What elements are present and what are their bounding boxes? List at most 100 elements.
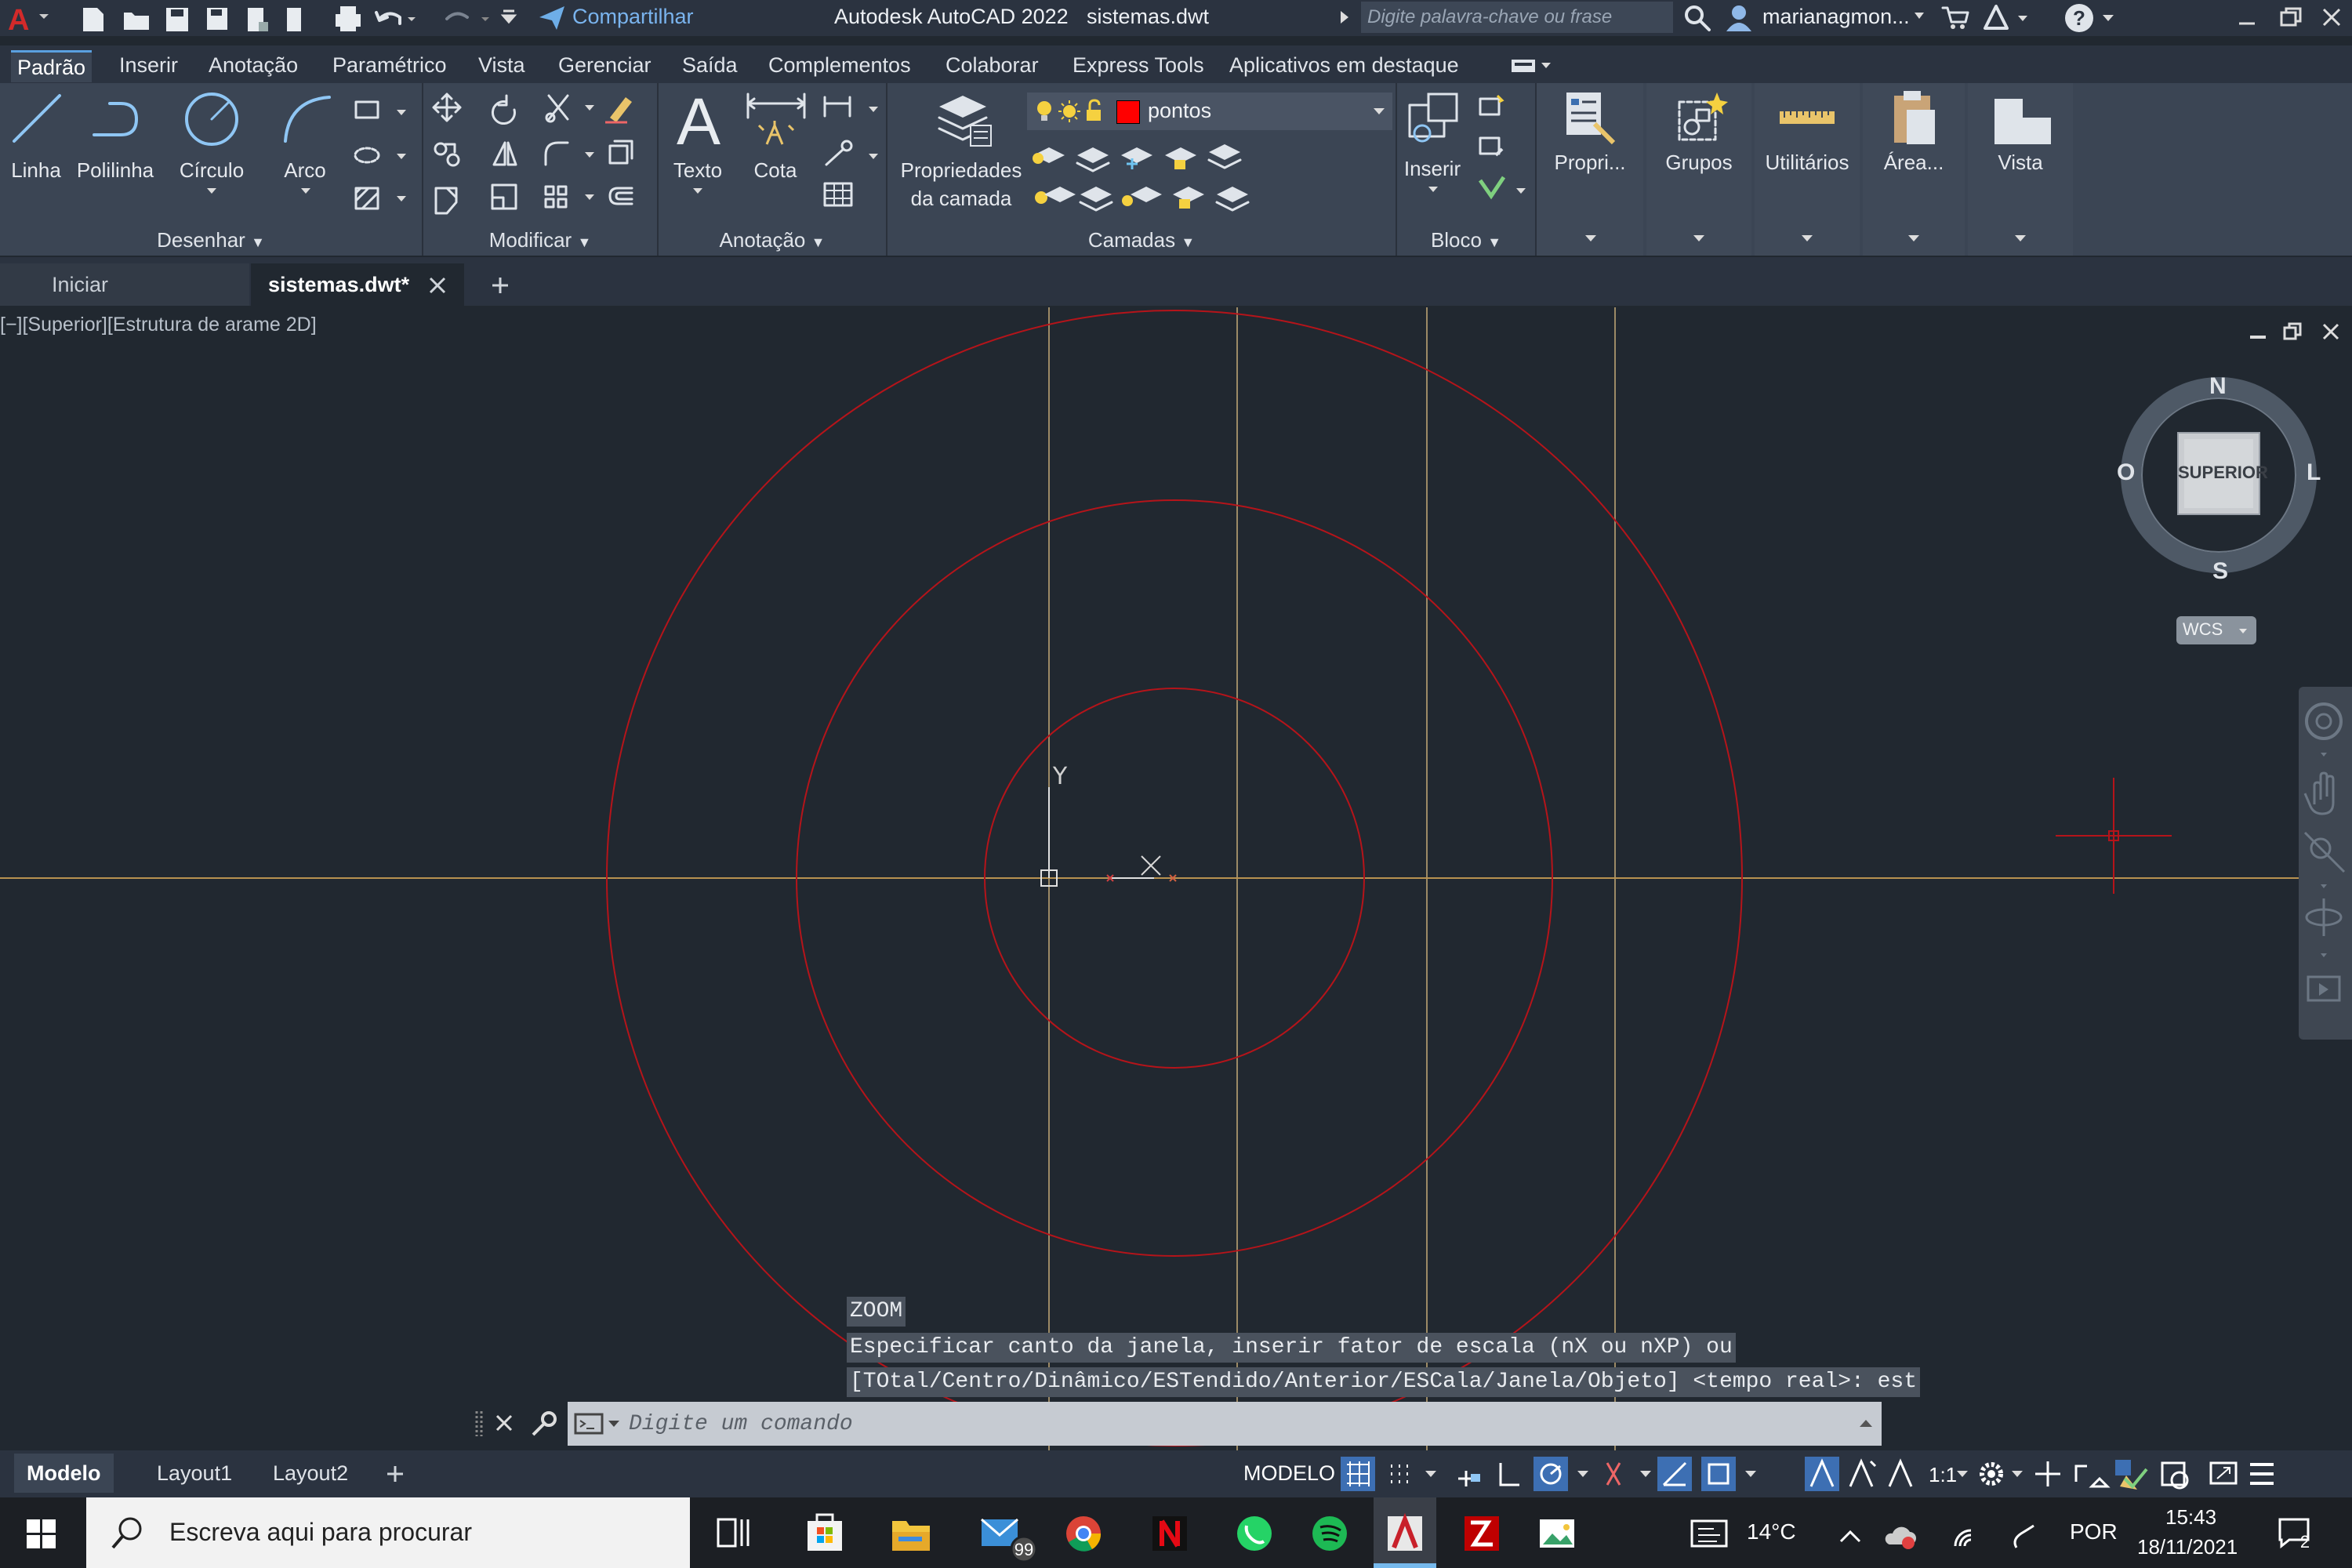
panel-label-desenhar[interactable]: Desenhar ▼	[0, 228, 422, 252]
panel-label-camadas[interactable]: Camadas ▼	[887, 228, 1396, 252]
weather-temperature[interactable]: 14°C	[1747, 1519, 1796, 1544]
layout-tab-layout1[interactable]: Layout1	[144, 1454, 245, 1493]
tab-complementos[interactable]: Complementos	[762, 50, 917, 80]
dimension-button[interactable]: Cota	[739, 83, 812, 201]
tab-gerenciar[interactable]: Gerenciar	[552, 50, 658, 80]
help-icon[interactable]: ?	[2063, 2, 2126, 34]
weather-icon[interactable]	[1690, 1518, 1731, 1549]
tab-parametrico[interactable]: Paramétrico	[326, 50, 453, 80]
model-space-toggle[interactable]: MODELO	[1243, 1461, 1335, 1486]
modify-tools[interactable]	[431, 91, 651, 224]
arc-button[interactable]: Arco	[270, 83, 340, 198]
command-input[interactable]	[627, 1406, 1838, 1441]
tab-sistemas-dwt[interactable]: sistemas.dwt*	[251, 263, 464, 306]
layout-tab-layout2[interactable]: Layout2	[260, 1454, 361, 1493]
command-close-icon	[495, 1414, 513, 1432]
close-tab-icon[interactable]	[428, 276, 447, 295]
circle-dropdown-icon[interactable]	[205, 187, 218, 196]
taskbar-apps[interactable]: 99	[706, 1497, 1670, 1568]
line-button[interactable]: Linha	[0, 83, 72, 185]
add-layout-icon[interactable]	[386, 1465, 405, 1483]
drawing-canvas[interactable]: Y	[0, 307, 2352, 1452]
layer-dropdown[interactable]: pontos	[1027, 93, 1392, 130]
sun-thaw-icon	[1058, 100, 1080, 122]
command-line[interactable]	[568, 1402, 1882, 1446]
rotate-icon	[492, 94, 516, 125]
new-tab-icon[interactable]	[489, 274, 511, 296]
tab-start[interactable]: Iniciar	[0, 263, 249, 306]
compass-north[interactable]: N	[2209, 373, 2227, 400]
viewcube[interactable]: N S L O SUPERIOR	[2117, 373, 2321, 585]
windows-start-icon[interactable]	[27, 1519, 56, 1549]
properties-button[interactable]: Propri...	[1537, 83, 1643, 256]
tab-vista[interactable]: Vista	[472, 50, 532, 80]
clipboard-button[interactable]: Área...	[1863, 83, 1965, 256]
command-window-controls[interactable]	[474, 1408, 568, 1439]
search-icon[interactable]	[1682, 3, 1712, 33]
polyline-button[interactable]: Polilinha	[72, 83, 158, 185]
layer-tools[interactable]	[1029, 135, 1342, 221]
annotation-small-tools[interactable]	[820, 91, 884, 216]
layer-properties-button[interactable]: Propriedades da camada	[891, 83, 1032, 216]
compass-west[interactable]: O	[2117, 459, 2135, 486]
compass-south[interactable]: S	[2212, 558, 2228, 585]
viewport-label[interactable]: [−][Superior][Estrutura de arame 2D]	[0, 314, 317, 336]
compass-east[interactable]: L	[2307, 459, 2321, 486]
expand-arrow-icon[interactable]	[1339, 9, 1350, 25]
share-button[interactable]: Compartilhar	[536, 3, 694, 33]
clock-time[interactable]: 15:43	[2165, 1505, 2216, 1530]
input-language[interactable]: POR	[2070, 1519, 2118, 1544]
tab-inserir[interactable]: Inserir	[113, 50, 184, 80]
keyword-search-input[interactable]	[1361, 2, 1671, 33]
save-icon	[166, 8, 188, 31]
tab-padrao[interactable]: Padrão	[11, 50, 93, 82]
panel-label-anotacao[interactable]: Anotação ▼	[659, 228, 886, 252]
arc-dropdown-icon[interactable]	[299, 187, 312, 196]
taskbar-search-box[interactable]: Escreva aqui para procurar	[86, 1497, 690, 1568]
circle-button[interactable]: Círculo	[165, 83, 259, 198]
status-tools[interactable]: 1:1	[1341, 1455, 2352, 1493]
drawing-area[interactable]: Y N S L O SUPERIOR WCS	[0, 307, 2352, 1452]
quick-properties-icon	[2115, 1460, 2148, 1490]
insert-dropdown-icon[interactable]	[1427, 185, 1439, 194]
grid-icon	[1341, 1457, 1375, 1491]
draw-small-tools[interactable]	[348, 91, 419, 216]
layout-tab-model[interactable]: Modelo	[14, 1454, 114, 1493]
navigation-tools[interactable]	[2299, 687, 2352, 1040]
text-button[interactable]: A Texto	[663, 83, 732, 201]
tab-anotacao[interactable]: Anotação	[202, 50, 304, 80]
notifications-icon[interactable]: 2	[2277, 1516, 2316, 1551]
text-dropdown-icon[interactable]	[691, 187, 704, 196]
app-menu-button[interactable]: A	[5, 2, 52, 38]
tab-saida[interactable]: Saída	[676, 50, 744, 80]
block-small-tools[interactable]	[1474, 91, 1534, 216]
panel-label-bloco[interactable]: Bloco ▼	[1397, 228, 1535, 252]
arc-icon	[284, 96, 331, 143]
viewport-window-controls[interactable]	[2247, 320, 2344, 343]
viewcube-face-top[interactable]: SUPERIOR	[2178, 463, 2268, 483]
redo-icon	[445, 12, 489, 21]
panel-label-modificar[interactable]: Modificar ▼	[423, 228, 657, 252]
groups-button[interactable]: Grupos	[1646, 83, 1751, 256]
utilities-button[interactable]: Utilitários	[1755, 83, 1860, 256]
text-icon: A	[677, 88, 720, 154]
clock-date[interactable]: 18/11/2021	[2137, 1535, 2238, 1559]
tab-express-tools[interactable]: Express Tools	[1066, 50, 1210, 80]
window-controls[interactable]	[2233, 5, 2347, 31]
cart-icon[interactable]	[1941, 5, 1969, 31]
insert-block-button[interactable]: Inserir	[1397, 83, 1468, 201]
keyword-search-box[interactable]	[1361, 2, 1673, 33]
view-button[interactable]: Vista	[1968, 83, 2073, 256]
autodesk-network-icon[interactable]	[1982, 3, 2029, 33]
tab-colaborar[interactable]: Colaborar	[939, 50, 1045, 80]
command-history-toggle-icon[interactable]	[1858, 1417, 1874, 1428]
ribbon-minimize-icon[interactable]	[1510, 56, 1554, 75]
command-prompt-icon[interactable]	[574, 1411, 626, 1436]
system-tray-icons[interactable]	[1838, 1523, 2065, 1551]
wcs-menu[interactable]: WCS	[2176, 616, 2256, 644]
user-icon[interactable]	[1725, 3, 1753, 33]
quick-access-toolbar[interactable]	[78, 3, 533, 34]
user-dropdown-icon[interactable]	[1913, 11, 1926, 22]
user-name[interactable]: marianagmon...	[1762, 5, 1910, 29]
tab-aplicativos-em-destaque[interactable]: Aplicativos em destaque	[1223, 50, 1465, 80]
